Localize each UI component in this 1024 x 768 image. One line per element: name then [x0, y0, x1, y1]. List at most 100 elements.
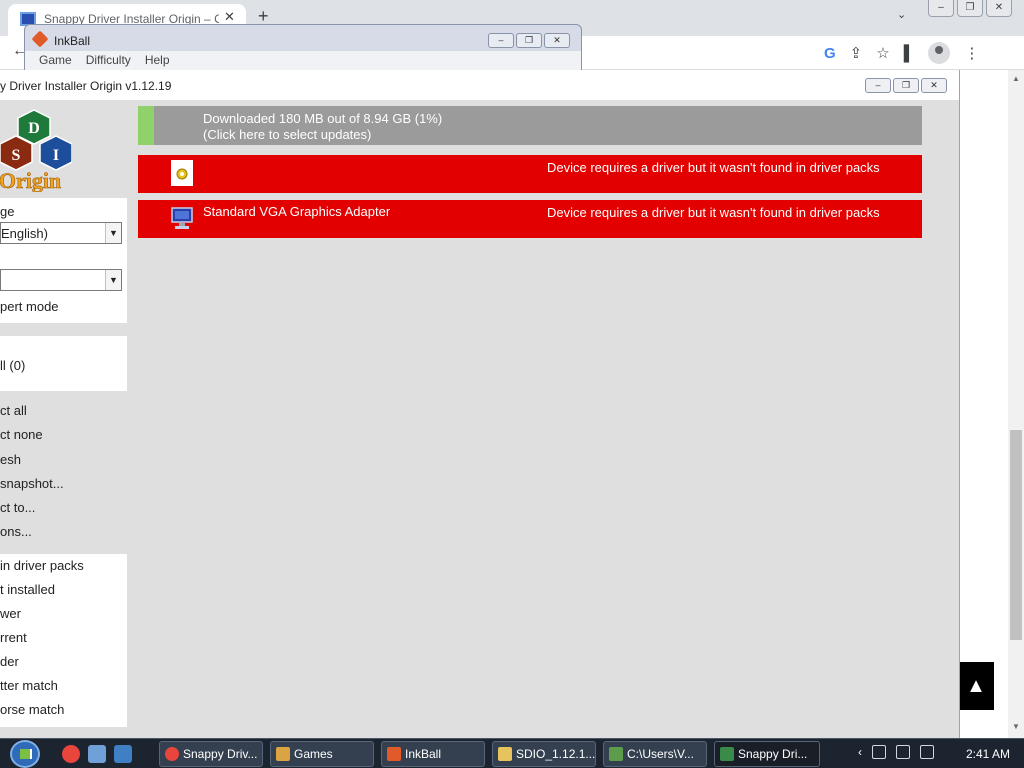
cmd-icon [609, 747, 623, 761]
start-button[interactable] [10, 740, 40, 768]
browser-window-controls: – ❐ ✕ [928, 0, 1012, 17]
filter-older[interactable]: der [0, 654, 19, 669]
show-desktop-icon[interactable] [88, 745, 106, 763]
filter-worse-match[interactable]: orse match [0, 702, 64, 717]
share-icon[interactable]: ⇪ [850, 44, 863, 62]
menu-help[interactable]: Help [145, 51, 170, 70]
clock[interactable]: 2:41 AM [966, 747, 1010, 761]
taskbar: Snappy Driv... Games InkBall SDIO_1.12.1… [0, 738, 1024, 768]
bookmark-star-icon[interactable]: ☆ [876, 44, 889, 62]
chrome-icon [165, 747, 179, 761]
inkball-icon [387, 747, 401, 761]
refresh-link[interactable]: esh [0, 452, 21, 467]
logo-letter-d: D [28, 120, 40, 137]
switch-windows-icon[interactable] [114, 745, 132, 763]
logo-letter-i: I [53, 147, 59, 164]
taskbar-button-cmd[interactable]: C:\Users\V... [603, 741, 707, 767]
taskbar-button-chrome[interactable]: Snappy Driv... [159, 741, 263, 767]
filter-not-installed[interactable]: t installed [0, 582, 55, 597]
side-panel-icon[interactable]: ▌ [904, 45, 915, 62]
download-status-bar[interactable]: Downloaded 180 MB out of 8.94 GB (1%) (C… [138, 106, 922, 145]
tab-close-icon[interactable]: ✕ [224, 9, 235, 25]
options-link[interactable]: ons... [0, 524, 32, 539]
device-row[interactable]: Standard VGA Graphics Adapter Device req… [138, 200, 922, 238]
download-progress-fill [138, 106, 154, 145]
taskbar-button-sdi[interactable]: Snappy Dri... [714, 741, 820, 767]
theme-select[interactable]: ▼ [0, 269, 122, 291]
google-lens-icon[interactable]: G [824, 45, 836, 62]
taskbar-button-folder[interactable]: SDIO_1.12.1... [492, 741, 596, 767]
inkball-app-icon [31, 30, 49, 48]
inkball-title: InkBall [54, 34, 91, 48]
select-updates-hint: (Click here to select updates) [203, 127, 372, 142]
profile-avatar-icon[interactable] [928, 42, 951, 64]
menu-game[interactable]: Game [39, 51, 72, 70]
system-tray: ‹ [858, 745, 934, 759]
taskbar-button-label: InkBall [405, 747, 442, 761]
scrollbar-thumb[interactable] [1010, 430, 1022, 640]
browser-minimize-button[interactable]: – [928, 0, 954, 17]
language-select-value: English) [1, 226, 48, 241]
tab-search-icon[interactable]: ⌄ [897, 8, 906, 21]
inkball-titlebar[interactable]: InkBall – ❐ ✕ [25, 25, 581, 51]
browser-close-button[interactable]: ✕ [986, 0, 1012, 17]
filter-current[interactable]: rrent [0, 630, 27, 645]
filter-better-match[interactable]: tter match [0, 678, 58, 693]
browser-toolbar-icons: G ⇪ ☆ ▌ ⋮ [824, 42, 979, 64]
inkball-window-controls: – ❐ ✕ [488, 33, 570, 48]
taskbar-button-label: Games [294, 747, 333, 761]
device-status: Device requires a driver but it wasn't f… [547, 205, 880, 220]
taskbar-button-label: C:\Users\V... [627, 747, 694, 761]
taskbar-button-games[interactable]: Games [270, 741, 374, 767]
filter-not-in-driver-packs[interactable]: in driver packs [0, 558, 84, 573]
monitor-icon [171, 207, 193, 229]
sdi-restore-button[interactable]: ❐ [893, 78, 919, 93]
sdi-minimize-button[interactable]: – [865, 78, 891, 93]
display-icon[interactable] [896, 745, 910, 759]
sdi-titlebar[interactable]: y Driver Installer Origin v1.12.19 – ❐ ✕ [0, 70, 959, 100]
expert-mode-checkbox[interactable]: pert mode [0, 299, 59, 314]
browser-menu-icon[interactable]: ⋮ [964, 44, 979, 62]
filter-newer[interactable]: wer [0, 606, 21, 621]
inkball-restore-button[interactable]: ❐ [516, 33, 542, 48]
folder-icon [498, 747, 512, 761]
games-icon [276, 747, 290, 761]
settings-panel: ge English) ▼ ▼ pert mode [0, 198, 127, 323]
gear-file-icon [171, 160, 193, 186]
taskbar-button-label: Snappy Dri... [738, 747, 808, 761]
inkball-menubar: Game Difficulty Help [25, 51, 581, 70]
browser-restore-button[interactable]: ❐ [957, 0, 983, 17]
sdi-logo: D S I Origin [0, 109, 72, 192]
taskbar-button-inkball[interactable]: InkBall [381, 741, 485, 767]
menu-difficulty[interactable]: Difficulty [86, 51, 131, 70]
sdi-close-button[interactable]: ✕ [921, 78, 947, 93]
logo-letter-s: S [12, 147, 21, 164]
language-select[interactable]: English) ▼ [0, 222, 122, 244]
network-icon[interactable] [872, 745, 886, 759]
device-row[interactable]: Device requires a driver but it wasn't f… [138, 155, 922, 193]
sdi-title: y Driver Installer Origin v1.12.19 [0, 79, 172, 93]
volume-icon[interactable] [920, 745, 934, 759]
scroll-down-arrow-icon[interactable]: ▼ [1012, 722, 1020, 731]
scroll-up-arrow-icon[interactable]: ▲ [1012, 74, 1020, 83]
sdi-icon [720, 747, 734, 761]
browser-scrollbar[interactable]: ▲ ▼ [1008, 70, 1024, 738]
language-label: ge [0, 204, 15, 219]
create-snapshot-link[interactable]: snapshot... [0, 476, 64, 491]
tray-chevron-icon[interactable]: ‹ [858, 745, 862, 759]
chrome-quicklaunch-icon[interactable] [62, 745, 80, 763]
select-all-link[interactable]: ct all [0, 403, 27, 418]
device-name: Standard VGA Graphics Adapter [203, 204, 391, 219]
inkball-window: InkBall – ❐ ✕ Game Difficulty Help [24, 24, 582, 70]
extract-to-link[interactable]: ct to... [0, 500, 35, 515]
page-floating-button[interactable]: ▲ [958, 662, 994, 710]
inkball-close-button[interactable]: ✕ [544, 33, 570, 48]
dropdown-arrow-icon[interactable]: ▼ [105, 223, 121, 243]
download-status-text: Downloaded 180 MB out of 8.94 GB (1%) [203, 111, 443, 126]
select-none-link[interactable]: ct none [0, 427, 43, 442]
inkball-minimize-button[interactable]: – [488, 33, 514, 48]
dropdown-arrow-icon[interactable]: ▼ [105, 270, 121, 290]
install-all-button[interactable]: ll (0) [0, 358, 25, 373]
taskbar-button-label: Snappy Driv... [183, 747, 258, 761]
install-panel: ll (0) [0, 336, 127, 391]
